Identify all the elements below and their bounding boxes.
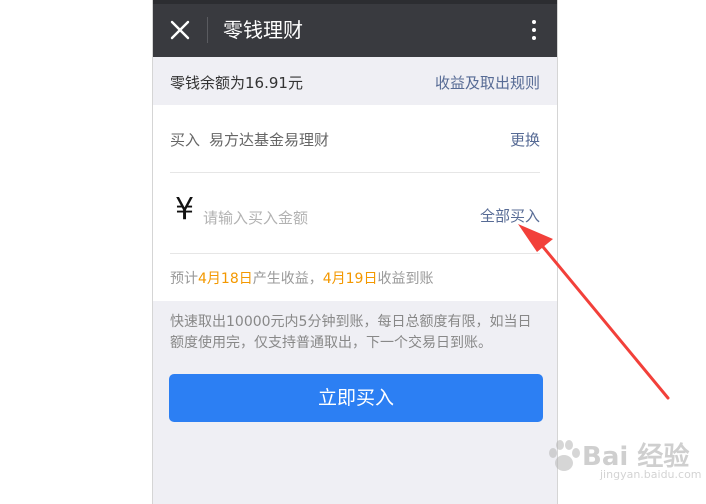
more-vertical-icon[interactable] bbox=[527, 16, 541, 44]
fund-row: 买入 易方达基金易理财 更换 bbox=[153, 105, 557, 172]
paw-icon bbox=[549, 440, 580, 471]
earning-date: 4月18日 bbox=[198, 271, 253, 287]
arrival-date: 4月19日 bbox=[322, 271, 378, 287]
watermark-url: jingyan.baidu.com bbox=[600, 468, 702, 481]
buy-label: 买入 bbox=[170, 131, 201, 149]
divider bbox=[170, 253, 540, 254]
status-strip bbox=[153, 0, 557, 4]
amount-input[interactable] bbox=[203, 205, 433, 231]
buy-now-button[interactable]: 立即买入 bbox=[169, 374, 543, 422]
estimate-prefix: 预计 bbox=[170, 271, 198, 287]
divider bbox=[170, 172, 540, 173]
estimate-suffix: 收益到账 bbox=[377, 271, 434, 287]
rules-link[interactable]: 收益及取出规则 bbox=[435, 72, 540, 93]
purchase-card: 买入 易方达基金易理财 更换 ¥ 全部买入 预计4月18日产生收益，4月19日收… bbox=[153, 105, 557, 301]
header-divider bbox=[207, 17, 208, 43]
header-bar: 零钱理财 bbox=[153, 0, 557, 57]
change-fund-link[interactable]: 更换 bbox=[510, 129, 540, 150]
yen-symbol: ¥ bbox=[175, 192, 195, 227]
withdraw-note: 快速取出10000元内5分钟到账，每日总额度有限，如当日额度使用完，仅支持普通取… bbox=[170, 314, 532, 351]
phone-screen: 零钱理财 零钱余额为16.91元 收益及取出规则 买入 易方达基金易理财 更换 … bbox=[152, 0, 558, 504]
page-title: 零钱理财 bbox=[223, 18, 303, 42]
fund-name: 易方达基金易理财 bbox=[209, 131, 330, 149]
balance-text: 零钱余额为16.91元 bbox=[170, 74, 303, 92]
buy-all-link[interactable]: 全部买入 bbox=[480, 205, 540, 226]
baidu-watermark: Bai 经验 jingyan.baidu.com bbox=[540, 428, 702, 488]
balance-row: 零钱余额为16.91元 收益及取出规则 bbox=[153, 57, 557, 105]
estimate-text: 预计4月18日产生收益，4月19日收益到账 bbox=[170, 268, 433, 288]
estimate-middle: 产生收益， bbox=[252, 271, 323, 287]
close-icon[interactable] bbox=[167, 17, 193, 43]
